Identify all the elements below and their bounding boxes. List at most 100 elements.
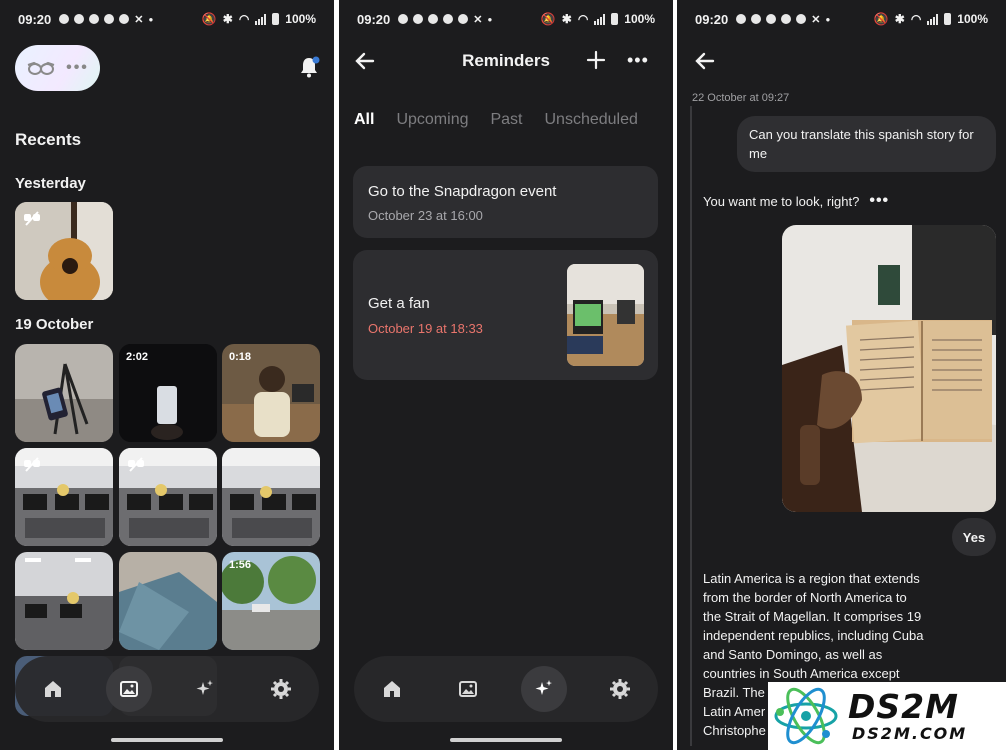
device-pill-button[interactable]: ••• bbox=[15, 45, 100, 91]
gallery-icon bbox=[459, 681, 477, 697]
status-bar: 09:20 ✕ ● 🔕 ✱ ◠ 100% bbox=[339, 0, 673, 38]
atom-logo-icon bbox=[774, 687, 838, 745]
tab-all[interactable]: All bbox=[354, 111, 374, 129]
media-thumb-guitar[interactable] bbox=[15, 202, 113, 300]
watermark: DS2M DS2M.COM bbox=[768, 682, 1006, 750]
watermark-domain: DS2M.COM bbox=[852, 723, 968, 743]
user-reply-yes: Yes bbox=[952, 518, 996, 556]
bottom-navigation bbox=[354, 656, 658, 722]
status-time: 09:20 bbox=[18, 11, 52, 27]
assistant-message: You want me to look, right? ••• bbox=[703, 192, 889, 210]
media-thumb-video[interactable]: 0:18 bbox=[222, 344, 320, 442]
signal-icon bbox=[255, 13, 267, 25]
media-thumb[interactable] bbox=[15, 552, 113, 650]
system-icons: 🔕 ✱ ◠ 100% bbox=[202, 12, 316, 26]
tripod-photo bbox=[15, 344, 113, 442]
nav-settings-button[interactable] bbox=[258, 666, 304, 712]
bluetooth-icon: ✱ bbox=[894, 12, 905, 26]
gesture-bar[interactable] bbox=[450, 738, 562, 742]
notification-icons: ✕ ● bbox=[736, 13, 830, 26]
media-thumb[interactable] bbox=[119, 448, 217, 546]
gesture-bar[interactable] bbox=[111, 738, 223, 742]
video-duration: 2:02 bbox=[126, 351, 149, 363]
battery-percent: 100% bbox=[285, 12, 316, 26]
panel-home: 09:20 ✕ ● 🔕 ✱ ◠ 100% ••• Recents Yesterda… bbox=[0, 0, 334, 750]
nav-ai-button[interactable] bbox=[521, 666, 567, 712]
glasses-source-icon bbox=[128, 457, 144, 472]
signal-icon bbox=[927, 13, 939, 25]
bluetooth-icon: ✱ bbox=[561, 12, 572, 26]
text-line: countries in South America except bbox=[703, 666, 900, 681]
bell-icon[interactable] bbox=[297, 55, 321, 79]
glasses-icon bbox=[27, 61, 55, 75]
text-line: the Strait of Magellan. It comprises 19 bbox=[703, 609, 922, 624]
tab-past[interactable]: Past bbox=[490, 111, 522, 129]
assistant-prompt-text: You want me to look, right? bbox=[703, 193, 860, 209]
reminder-card[interactable]: Get a fan October 19 at 18:33 bbox=[353, 250, 658, 380]
battery-percent: 100% bbox=[624, 12, 655, 26]
thread-line bbox=[690, 106, 692, 746]
system-icons: 🔕 ✱ ◠ 100% bbox=[541, 12, 655, 26]
mute-icon: 🔕 bbox=[201, 12, 217, 26]
nav-gallery-button[interactable] bbox=[106, 666, 152, 712]
reminder-photo bbox=[567, 264, 644, 366]
glasses-source-icon bbox=[24, 457, 40, 472]
notification-icons: ✕ ● bbox=[398, 13, 492, 26]
watermark-title: DS2M bbox=[848, 686, 959, 726]
more-options-icon[interactable]: ••• bbox=[627, 51, 649, 69]
jeans-photo bbox=[119, 552, 217, 650]
tab-upcoming[interactable]: Upcoming bbox=[396, 111, 468, 129]
text-line: and Santo Domingo, as well as bbox=[703, 647, 883, 662]
captured-photo[interactable] bbox=[782, 225, 996, 512]
text-line: independent republics, including Cuba bbox=[703, 628, 924, 643]
media-thumb[interactable] bbox=[15, 448, 113, 546]
reminder-card[interactable]: Go to the Snapdragon event October 23 at… bbox=[353, 166, 658, 238]
media-thumb-video[interactable]: 2:02 bbox=[119, 344, 217, 442]
message-options-icon[interactable]: ••• bbox=[869, 192, 889, 210]
home-icon bbox=[45, 681, 61, 697]
media-thumb-video[interactable]: 1:56 bbox=[222, 552, 320, 650]
signal-icon bbox=[594, 13, 606, 25]
mute-icon: 🔕 bbox=[873, 12, 889, 26]
gear-icon bbox=[610, 679, 630, 699]
gear-icon bbox=[271, 679, 291, 699]
nav-settings-button[interactable] bbox=[597, 666, 643, 712]
media-thumb[interactable] bbox=[119, 552, 217, 650]
nav-gallery-button[interactable] bbox=[445, 666, 491, 712]
video-duration: 1:56 bbox=[229, 559, 252, 571]
back-arrow-icon[interactable] bbox=[693, 49, 717, 73]
panel-reminders: 09:20 ✕ ● 🔕 ✱ ◠ 100% Reminders ••• All Up… bbox=[339, 0, 673, 750]
text-line: Latin America is a region that extends bbox=[703, 571, 920, 586]
status-bar: 09:20 ✕ ● 🔕 ✱ ◠ 100% bbox=[0, 0, 334, 38]
reminder-time: October 23 at 16:00 bbox=[368, 208, 483, 223]
status-time: 09:20 bbox=[695, 11, 729, 27]
media-thumb[interactable] bbox=[15, 344, 113, 442]
home-icon bbox=[384, 681, 400, 697]
sparkle-icon bbox=[196, 680, 213, 695]
text-line: from the border of North America to bbox=[703, 590, 907, 605]
add-reminder-icon[interactable] bbox=[585, 49, 607, 71]
bottom-navigation bbox=[15, 656, 319, 722]
more-dots-icon: ••• bbox=[66, 59, 89, 76]
reminder-title: Go to the Snapdragon event bbox=[368, 183, 557, 200]
tab-unscheduled[interactable]: Unscheduled bbox=[545, 111, 638, 129]
office-lights-photo bbox=[15, 552, 113, 650]
system-icons: 🔕 ✱ ◠ 100% bbox=[874, 12, 988, 26]
mute-icon: 🔕 bbox=[540, 12, 556, 26]
gallery-icon bbox=[120, 681, 138, 697]
battery-icon bbox=[272, 13, 280, 25]
panel-chat: 09:20 ✕ ● 🔕 ✱ ◠ 100% 22 October at 09:27 … bbox=[677, 0, 1006, 750]
notification-icons: ✕ ● bbox=[59, 13, 153, 26]
wifi-icon: ◠ bbox=[577, 12, 589, 26]
reminder-title: Get a fan bbox=[368, 295, 430, 312]
wifi-icon: ◠ bbox=[238, 12, 250, 26]
glasses-source-icon bbox=[24, 211, 40, 226]
battery-percent: 100% bbox=[957, 12, 988, 26]
nav-ai-button[interactable] bbox=[182, 666, 228, 712]
nav-home-button[interactable] bbox=[30, 666, 76, 712]
media-thumb[interactable] bbox=[222, 448, 320, 546]
nav-home-button[interactable] bbox=[369, 666, 415, 712]
sparkle-icon bbox=[535, 680, 552, 695]
recents-heading: Recents bbox=[15, 130, 82, 149]
desk-photo bbox=[567, 264, 644, 366]
